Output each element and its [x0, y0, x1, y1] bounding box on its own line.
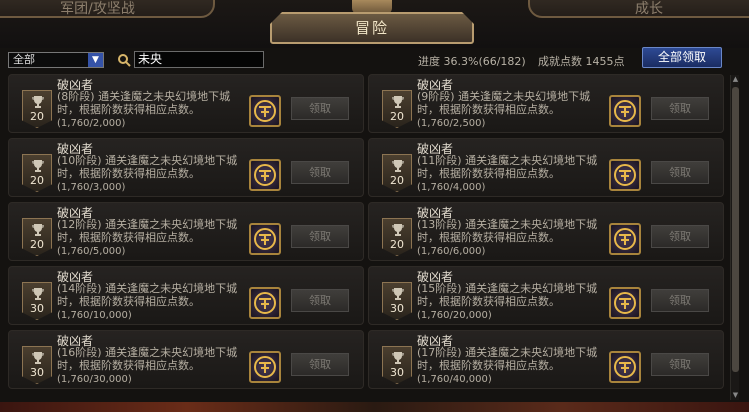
achievement-card: 20 破凶者 (11阶段) 通关逢魔之未央幻境地下城时，根据阶数获得相应点数。 …	[368, 138, 724, 197]
claim-button[interactable]: 领取	[651, 353, 709, 376]
claim-button[interactable]: 领取	[291, 289, 349, 312]
achievement-card: 20 破凶者 (12阶段) 通关逢魔之未央幻境地下城时，根据阶数获得相应点数。 …	[8, 202, 364, 261]
achievement-list: 20 破凶者 (8阶段) 通关逢魔之未央幻境地下城时，根据阶数获得相应点数。 (…	[0, 72, 730, 412]
badge-points: 30	[30, 302, 44, 315]
achievement-points: 成就点数 1455点	[538, 55, 625, 68]
reward-emblem-icon[interactable]	[609, 351, 641, 383]
trophy-icon	[390, 286, 406, 300]
achievement-description: (17阶段) 通关逢魔之未央幻境地下城时，根据阶数获得相应点数。	[417, 346, 598, 372]
reward-emblem-icon[interactable]	[249, 351, 281, 383]
trophy-icon	[390, 94, 406, 108]
badge-points: 30	[390, 302, 404, 315]
achievement-card: 20 破凶者 (13阶段) 通关逢魔之未央幻境地下城时，根据阶数获得相应点数。 …	[368, 202, 724, 261]
achievement-description: (9阶段) 通关逢魔之未央幻境地下城时，根据阶数获得相应点数。	[417, 90, 591, 116]
achievement-progress: (1,760/3,000)	[57, 182, 126, 193]
achievement-progress: (1,760/4,000)	[417, 182, 486, 193]
tab-adventure[interactable]: 冒险	[270, 12, 474, 44]
achievement-description: (13阶段) 通关逢魔之未央幻境地下城时，根据阶数获得相应点数。	[417, 218, 598, 244]
reward-emblem-icon[interactable]	[249, 287, 281, 319]
achievement-badge: 30	[382, 282, 412, 320]
badge-points: 20	[390, 110, 404, 123]
trophy-icon	[390, 350, 406, 364]
reward-emblem-icon[interactable]	[609, 287, 641, 319]
trophy-icon	[30, 286, 46, 300]
badge-points: 20	[30, 238, 44, 251]
achievement-badge: 20	[382, 218, 412, 256]
search-input[interactable]: 未央	[134, 51, 264, 68]
scrollbar[interactable]: ▲ ▼	[730, 75, 739, 400]
achievement-description: (15阶段) 通关逢魔之未央幻境地下城时，根据阶数获得相应点数。	[417, 282, 598, 308]
tab-legion-siege[interactable]: 军团/攻坚战	[0, 0, 215, 18]
achievement-description: (10阶段) 通关逢魔之未央幻境地下城时，根据阶数获得相应点数。	[57, 154, 238, 180]
badge-points: 20	[30, 174, 44, 187]
bottom-decoration	[0, 402, 749, 412]
achievement-description: (16阶段) 通关逢魔之未央幻境地下城时，根据阶数获得相应点数。	[57, 346, 238, 372]
badge-points: 20	[390, 238, 404, 251]
claim-button[interactable]: 领取	[651, 289, 709, 312]
achievement-progress: (1,760/30,000)	[57, 374, 132, 385]
scroll-thumb[interactable]	[732, 87, 739, 372]
trophy-icon	[390, 158, 406, 172]
achievement-description: (12阶段) 通关逢魔之未央幻境地下城时，根据阶数获得相应点数。	[57, 218, 238, 244]
trophy-icon	[30, 158, 46, 172]
badge-points: 30	[390, 366, 404, 379]
achievement-card: 30 破凶者 (14阶段) 通关逢魔之未央幻境地下城时，根据阶数获得相应点数。 …	[8, 266, 364, 325]
claim-button[interactable]: 领取	[651, 97, 709, 120]
tab-growth[interactable]: 成长	[528, 0, 749, 18]
badge-points: 30	[30, 366, 44, 379]
claim-button[interactable]: 领取	[291, 225, 349, 248]
search-icon	[117, 52, 131, 67]
achievement-progress: (1,760/2,000)	[57, 118, 126, 129]
achievement-badge: 20	[22, 154, 52, 192]
claim-all-button[interactable]: 全部领取	[642, 47, 722, 68]
claim-button[interactable]: 领取	[291, 353, 349, 376]
claim-button[interactable]: 领取	[651, 225, 709, 248]
achievement-badge: 30	[22, 282, 52, 320]
achievement-badge: 20	[382, 90, 412, 128]
progress-text: 进度 36.3%(66/182)	[418, 55, 526, 68]
achievement-progress: (1,760/20,000)	[417, 310, 492, 321]
scroll-down-icon[interactable]: ▼	[731, 391, 740, 400]
reward-emblem-icon[interactable]	[609, 95, 641, 127]
reward-emblem-icon[interactable]	[249, 159, 281, 191]
category-select-value: 全部	[13, 53, 35, 66]
achievement-badge: 30	[382, 346, 412, 384]
trophy-icon	[30, 94, 46, 108]
tab-ornament	[352, 0, 392, 14]
achievement-card: 20 破凶者 (9阶段) 通关逢魔之未央幻境地下城时，根据阶数获得相应点数。 (…	[368, 74, 724, 133]
achievement-badge: 20	[22, 90, 52, 128]
achievement-progress: (1,760/40,000)	[417, 374, 492, 385]
chevron-down-icon[interactable]: ▼	[88, 53, 103, 67]
achievement-badge: 20	[22, 218, 52, 256]
reward-emblem-icon[interactable]	[609, 159, 641, 191]
achievement-badge: 30	[22, 346, 52, 384]
achievement-progress: (1,760/5,000)	[57, 246, 126, 257]
achievement-progress: (1,760/2,500)	[417, 118, 486, 129]
achievement-progress: (1,760/6,000)	[417, 246, 486, 257]
achievement-card: 30 破凶者 (17阶段) 通关逢魔之未央幻境地下城时，根据阶数获得相应点数。 …	[368, 330, 724, 389]
achievement-description: (8阶段) 通关逢魔之未央幻境地下城时，根据阶数获得相应点数。	[57, 90, 231, 116]
achievement-card: 20 破凶者 (10阶段) 通关逢魔之未央幻境地下城时，根据阶数获得相应点数。 …	[8, 138, 364, 197]
achievement-description: (14阶段) 通关逢魔之未央幻境地下城时，根据阶数获得相应点数。	[57, 282, 238, 308]
achievement-card: 20 破凶者 (8阶段) 通关逢魔之未央幻境地下城时，根据阶数获得相应点数。 (…	[8, 74, 364, 133]
reward-emblem-icon[interactable]	[249, 95, 281, 127]
claim-button[interactable]: 领取	[291, 97, 349, 120]
achievement-badge: 20	[382, 154, 412, 192]
trophy-icon	[30, 222, 46, 236]
achievement-card: 30 破凶者 (15阶段) 通关逢魔之未央幻境地下城时，根据阶数获得相应点数。 …	[368, 266, 724, 325]
achievement-card: 30 破凶者 (16阶段) 通关逢魔之未央幻境地下城时，根据阶数获得相应点数。 …	[8, 330, 364, 389]
top-nav: 军团/攻坚战 成长 冒险	[0, 0, 749, 48]
badge-points: 20	[390, 174, 404, 187]
claim-button[interactable]: 领取	[651, 161, 709, 184]
reward-emblem-icon[interactable]	[609, 223, 641, 255]
achievement-progress: (1,760/10,000)	[57, 310, 132, 321]
achievement-description: (11阶段) 通关逢魔之未央幻境地下城时，根据阶数获得相应点数。	[417, 154, 598, 180]
claim-button[interactable]: 领取	[291, 161, 349, 184]
trophy-icon	[390, 222, 406, 236]
trophy-icon	[30, 350, 46, 364]
scroll-up-icon[interactable]: ▲	[731, 75, 740, 84]
category-select[interactable]: 全部 ▼	[8, 52, 104, 68]
badge-points: 20	[30, 110, 44, 123]
reward-emblem-icon[interactable]	[249, 223, 281, 255]
